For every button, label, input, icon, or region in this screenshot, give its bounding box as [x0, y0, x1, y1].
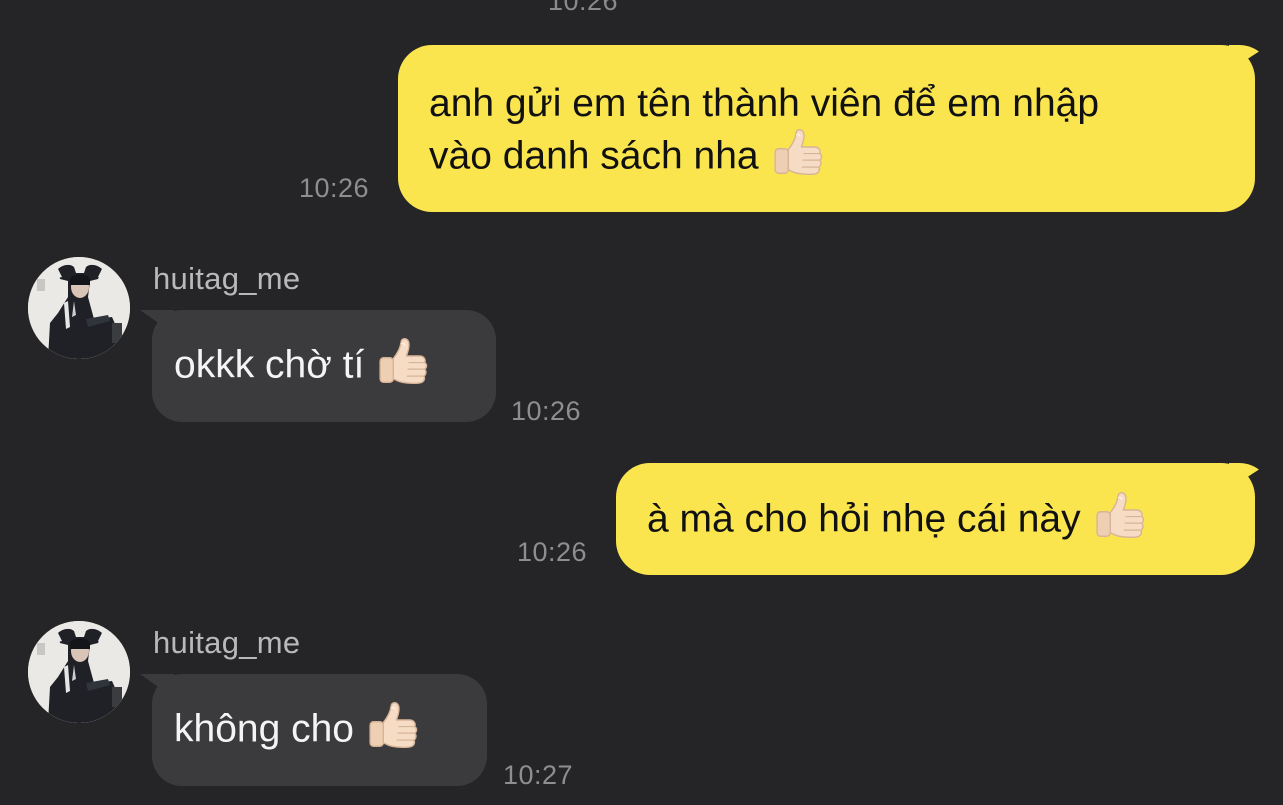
incoming-message-bubble[interactable]: okkk chờ tí	[152, 310, 496, 422]
incoming-message-bubble[interactable]: không cho	[152, 674, 487, 786]
outgoing-message-bubble[interactable]: à mà cho hỏi nhẹ cái này	[616, 463, 1255, 575]
outgoing-message-bubble[interactable]: anh gửi em tên thành viên để em nhập vào…	[398, 45, 1255, 212]
avatar[interactable]	[28, 257, 130, 359]
message-text: à mà cho hỏi nhẹ cái này	[647, 497, 1081, 541]
message-text: không cho	[174, 707, 354, 751]
thumbs-up-icon	[769, 126, 825, 182]
avatar-image	[28, 621, 130, 723]
chat-thread[interactable]: 10:26 10:26 anh gửi em tên thành viên để…	[0, 0, 1283, 805]
thumbs-up-icon	[1091, 489, 1147, 545]
message-timestamp: 10:26	[517, 537, 588, 567]
message-text: okkk chờ tí	[174, 343, 365, 387]
thumbs-up-icon	[374, 335, 430, 391]
thumbs-up-icon	[364, 699, 420, 755]
message-text-line: anh gửi em tên thành viên để em nhập	[429, 82, 1100, 125]
message-text-line-wrap: vào danh sách nha	[429, 130, 1225, 186]
sender-name: huitag_me	[153, 261, 301, 296]
avatar[interactable]	[28, 621, 130, 723]
message-timestamp: 10:27	[503, 760, 574, 790]
previous-timestamp-partial: 10:26	[548, 0, 619, 16]
message-timestamp: 10:26	[511, 396, 582, 426]
message-timestamp: 10:26	[299, 173, 370, 203]
sender-name: huitag_me	[153, 625, 301, 660]
message-text-line: vào danh sách nha	[429, 134, 759, 178]
avatar-image	[28, 257, 130, 359]
